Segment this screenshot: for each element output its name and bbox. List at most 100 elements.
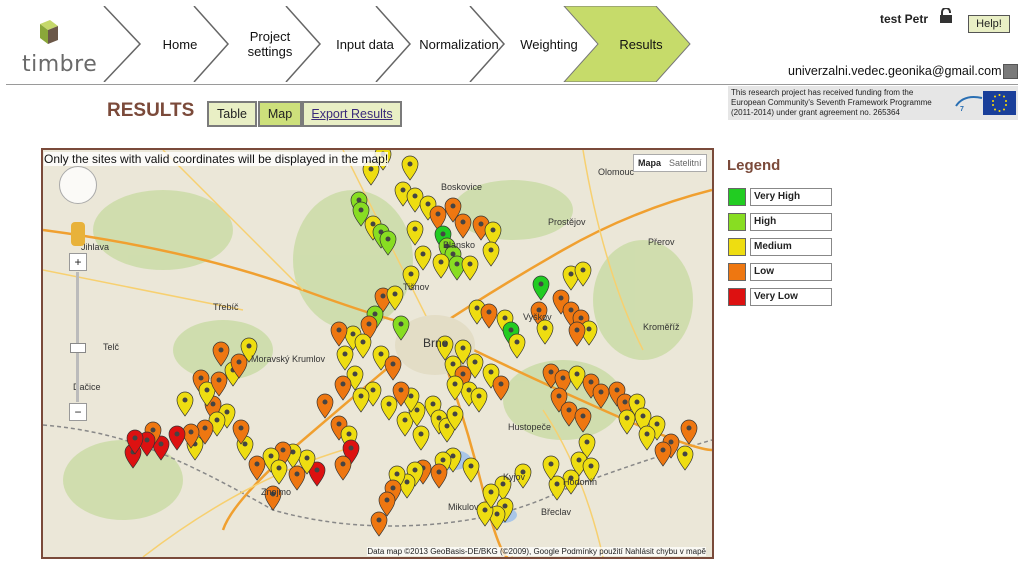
legend-label: High (750, 213, 832, 231)
site-marker-dot (584, 439, 590, 445)
site-marker-dot (686, 425, 692, 431)
site-marker-dot (198, 375, 204, 381)
site-marker-dot (268, 453, 274, 459)
legend-label: Very High (750, 188, 832, 206)
zoom-slider-thumb[interactable] (70, 343, 86, 353)
site-marker-dot (314, 467, 320, 473)
site-marker-dot (412, 193, 418, 199)
nav-project-settings[interactable]: Project settings (230, 6, 310, 82)
site-marker-dot (214, 417, 220, 423)
site-marker-dot (352, 371, 358, 377)
user-email[interactable]: univerzalni.vedec.geonika@gmail.com (788, 64, 1002, 78)
site-marker-dot (450, 251, 456, 257)
map-button[interactable]: Map (258, 101, 302, 127)
legend-swatch (728, 238, 746, 256)
site-marker-dot (450, 361, 456, 367)
zoom-out-button[interactable]: − (69, 403, 87, 421)
site-marker-dot (246, 343, 252, 349)
site-marker-dot (144, 437, 150, 443)
nav-home[interactable]: Home (140, 6, 220, 82)
site-marker-dot (654, 421, 660, 427)
nav-normalization[interactable]: Normalization (412, 6, 506, 82)
site-marker-dot (548, 461, 554, 467)
site-marker-dot (350, 331, 356, 337)
map-place-label: Telč (103, 342, 120, 352)
map-place-label: Vyškov (523, 312, 552, 322)
legend-swatch (728, 188, 746, 206)
legend-label: Low (750, 263, 832, 281)
site-marker-dot (558, 295, 564, 301)
map-type-map[interactable]: Mapa (634, 155, 665, 171)
site-marker-dot (622, 399, 628, 405)
site-marker-dot (216, 377, 222, 383)
legend-swatch (728, 288, 746, 306)
site-marker-dot (472, 359, 478, 365)
site-marker-dot (380, 293, 386, 299)
site-marker-dot (392, 291, 398, 297)
legend-label: Very Low (750, 288, 832, 306)
site-marker-dot (578, 315, 584, 321)
fp7-logo-icon: 7 (955, 96, 983, 113)
site-marker-dot (640, 413, 646, 419)
site-marker-dot (580, 267, 586, 273)
site-marker-dot (360, 339, 366, 345)
table-button[interactable]: Table (207, 101, 257, 127)
map-type-satellite[interactable]: Satelitní (665, 155, 706, 171)
site-marker-dot (346, 431, 352, 437)
page-title: RESULTS (107, 100, 195, 121)
site-marker-dot (394, 471, 400, 477)
site-marker-dot (368, 166, 374, 172)
site-marker-dot (224, 409, 230, 415)
site-marker-dot (386, 401, 392, 407)
map-place-label: Tišnov (403, 282, 430, 292)
site-marker-dot (254, 461, 260, 467)
account-dropdown-icon[interactable] (1003, 64, 1018, 79)
site-marker-dot (188, 429, 194, 435)
site-marker-dot (482, 507, 488, 513)
site-marker-dot (398, 321, 404, 327)
site-marker-dot (390, 485, 396, 491)
site-marker-dot (408, 271, 414, 277)
map-type-control[interactable]: Mapa Satelitní (633, 154, 707, 172)
site-marker-dot (502, 315, 508, 321)
site-marker-dot (452, 381, 458, 387)
site-marker-dot (414, 407, 420, 413)
site-marker-dot (468, 463, 474, 469)
site-marker-dot (430, 401, 436, 407)
nav-input-data[interactable]: Input data (322, 6, 408, 82)
site-marker-dot (276, 465, 282, 471)
nav-results[interactable]: Results (600, 6, 682, 82)
zoom-slider-track[interactable] (76, 272, 79, 402)
site-marker-dot (440, 231, 446, 237)
legend-label: Medium (750, 238, 832, 256)
pan-control-icon[interactable] (59, 166, 97, 204)
site-marker-dot (158, 441, 164, 447)
site-marker-dot (566, 407, 572, 413)
help-button[interactable]: Help! (968, 15, 1010, 33)
site-marker-dot (370, 221, 376, 227)
street-view-pegman-icon[interactable] (71, 222, 85, 246)
nav-weighting[interactable]: Weighting (506, 6, 592, 82)
site-marker-dot (280, 447, 286, 453)
site-marker-dot (436, 469, 442, 475)
site-marker-dot (348, 445, 354, 451)
site-marker-dot (404, 479, 410, 485)
site-marker-dot (418, 431, 424, 437)
legend-swatch (728, 213, 746, 231)
site-marker-dot (502, 503, 508, 509)
site-marker-dot (390, 361, 396, 367)
zoom-in-button[interactable]: + (69, 253, 87, 271)
site-marker-dot (408, 393, 414, 399)
lock-icon[interactable] (938, 8, 954, 24)
map-notice: Only the sites with valid coordinates wi… (44, 152, 389, 166)
site-marker-dot (488, 369, 494, 375)
site-marker-dot (478, 221, 484, 227)
site-marker-dot (454, 261, 460, 267)
map-place-label: Prostějov (548, 217, 586, 227)
site-marker-dot (548, 369, 554, 375)
user-name: test Petr (880, 12, 929, 26)
site-marker-dot (488, 489, 494, 495)
export-results-link[interactable]: Export Results (302, 101, 402, 127)
site-marker-dot (624, 415, 630, 421)
results-map[interactable]: Jihlava Třebíč Brno Znojmo Břeclav Blansko Vyš… (41, 148, 714, 559)
